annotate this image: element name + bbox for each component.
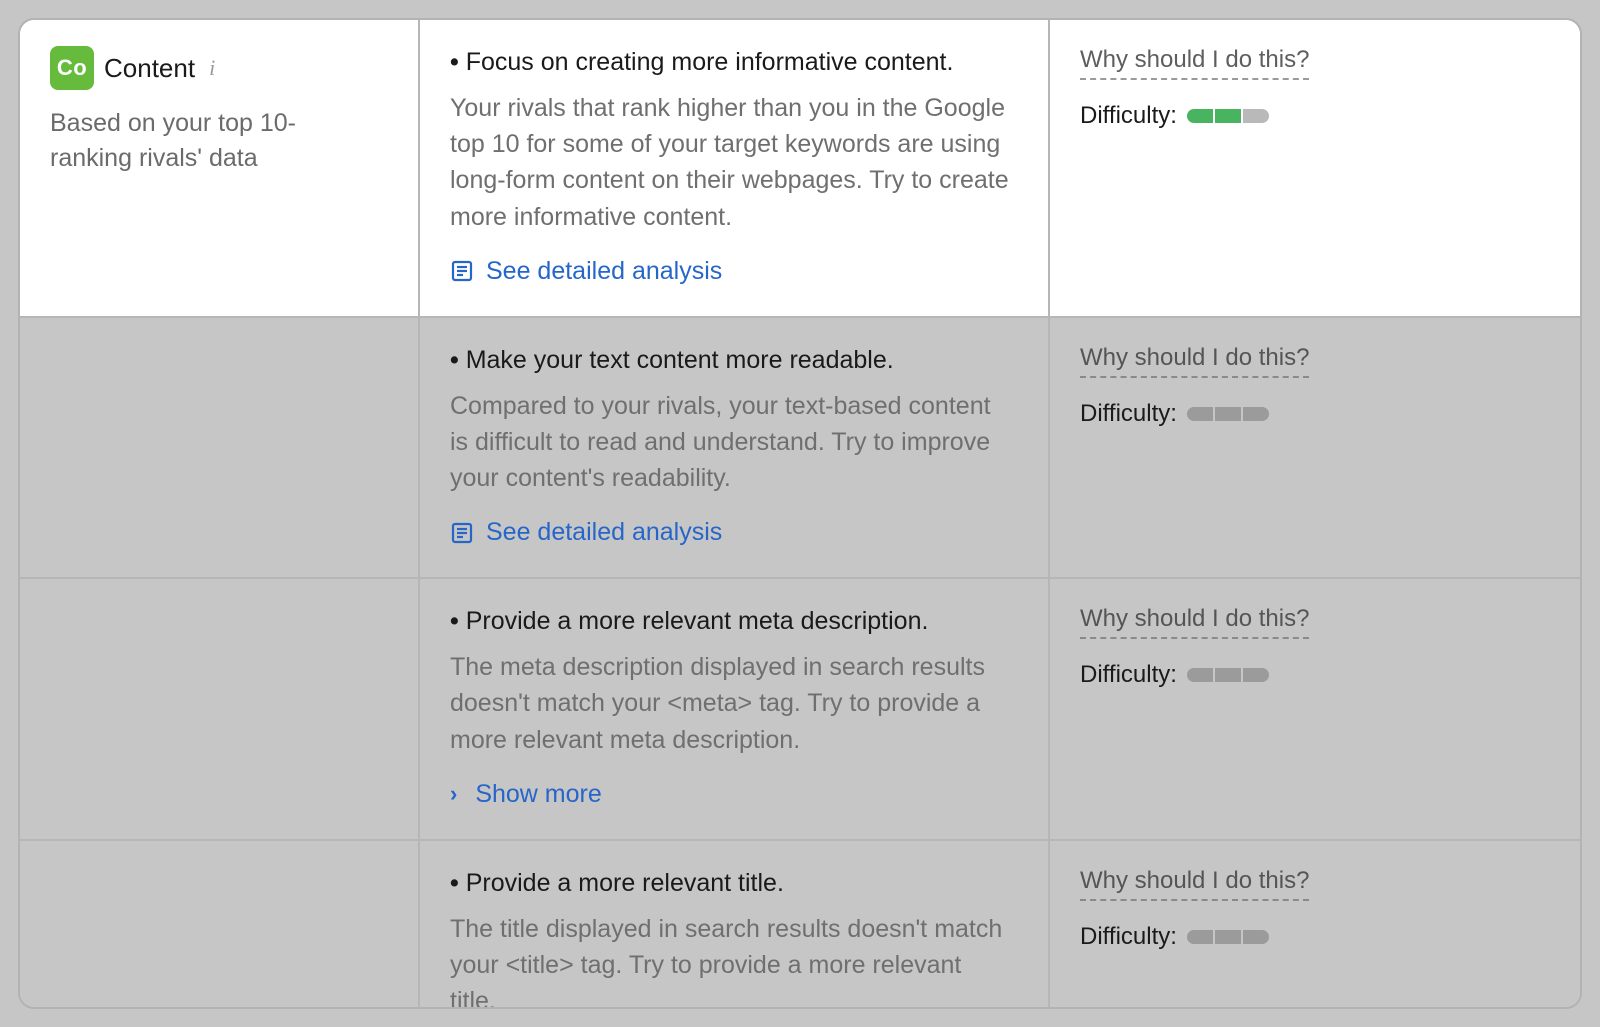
- empty-cell: [20, 318, 420, 580]
- meta-cell: Why should I do this? Difficulty:: [1050, 579, 1580, 841]
- difficulty-segment: [1215, 668, 1241, 682]
- action-link-label: See detailed analysis: [486, 518, 722, 547]
- difficulty-segment: [1215, 930, 1241, 944]
- empty-cell: [20, 841, 420, 1009]
- difficulty-meter: [1187, 407, 1269, 421]
- recommendation-title: Provide a more relevant meta description…: [450, 605, 1018, 639]
- content-panel: Co Content i Based on your top 10-rankin…: [18, 18, 1582, 1009]
- difficulty-row: Difficulty:: [1080, 661, 1550, 689]
- recommendation-description: Your rivals that rank higher than you in…: [450, 90, 1010, 235]
- app-root: Co Content i Based on your top 10-rankin…: [0, 0, 1600, 1027]
- why-should-i-link[interactable]: Why should I do this?: [1080, 46, 1309, 80]
- difficulty-label: Difficulty:: [1080, 102, 1177, 130]
- meta-cell: Why should I do this? Difficulty:: [1050, 20, 1580, 318]
- difficulty-segment: [1187, 407, 1213, 421]
- chevron-right-icon: ›: [450, 783, 457, 805]
- info-icon[interactable]: i: [209, 57, 215, 79]
- recommendation-description: Compared to your rivals, your text-based…: [450, 388, 1010, 497]
- recommendation-title: Make your text content more readable.: [450, 344, 1018, 378]
- action-link-label: Show more: [475, 780, 601, 809]
- section-subtitle: Based on your top 10-ranking rivals' dat…: [50, 106, 350, 176]
- empty-cell: [20, 579, 420, 841]
- why-should-i-link[interactable]: Why should I do this?: [1080, 605, 1309, 639]
- difficulty-segment: [1187, 109, 1213, 123]
- difficulty-segment: [1215, 109, 1241, 123]
- action-link-label: See detailed analysis: [486, 257, 722, 286]
- recommendation-cell: Make your text content more readable. Co…: [420, 318, 1050, 580]
- see-detailed-analysis-link[interactable]: See detailed analysis: [450, 518, 1018, 547]
- difficulty-segment: [1215, 407, 1241, 421]
- meta-cell: Why should I do this? Difficulty:: [1050, 841, 1580, 1009]
- section-title: Content: [104, 53, 195, 84]
- recommendation-description: The title displayed in search results do…: [450, 911, 1010, 1010]
- difficulty-segment: [1243, 930, 1269, 944]
- recommendation-cell: Focus on creating more informative conte…: [420, 20, 1050, 318]
- show-more-link[interactable]: › Show more: [450, 780, 1018, 809]
- recommendation-title: Provide a more relevant title.: [450, 867, 1018, 901]
- why-should-i-link[interactable]: Why should I do this?: [1080, 344, 1309, 378]
- recommendation-cell: Provide a more relevant meta description…: [420, 579, 1050, 841]
- section-header-cell: Co Content i Based on your top 10-rankin…: [20, 20, 420, 318]
- why-should-i-link[interactable]: Why should I do this?: [1080, 867, 1309, 901]
- difficulty-meter: [1187, 668, 1269, 682]
- difficulty-row: Difficulty:: [1080, 923, 1550, 951]
- difficulty-segment: [1243, 407, 1269, 421]
- document-icon: [450, 259, 474, 283]
- section-header: Co Content i: [50, 46, 388, 90]
- recommendation-title: Focus on creating more informative conte…: [450, 46, 1018, 80]
- see-detailed-analysis-link[interactable]: See detailed analysis: [450, 257, 1018, 286]
- difficulty-label: Difficulty:: [1080, 923, 1177, 951]
- difficulty-segment: [1187, 930, 1213, 944]
- meta-cell: Why should I do this? Difficulty:: [1050, 318, 1580, 580]
- difficulty-row: Difficulty:: [1080, 400, 1550, 428]
- difficulty-meter: [1187, 930, 1269, 944]
- difficulty-label: Difficulty:: [1080, 400, 1177, 428]
- section-badge-icon: Co: [50, 46, 94, 90]
- recommendation-cell: Provide a more relevant title. The title…: [420, 841, 1050, 1009]
- difficulty-segment: [1243, 668, 1269, 682]
- difficulty-label: Difficulty:: [1080, 661, 1177, 689]
- difficulty-row: Difficulty:: [1080, 102, 1550, 130]
- recommendation-description: The meta description displayed in search…: [450, 649, 1010, 758]
- difficulty-segment: [1243, 109, 1269, 123]
- difficulty-meter: [1187, 109, 1269, 123]
- document-icon: [450, 521, 474, 545]
- difficulty-segment: [1187, 668, 1213, 682]
